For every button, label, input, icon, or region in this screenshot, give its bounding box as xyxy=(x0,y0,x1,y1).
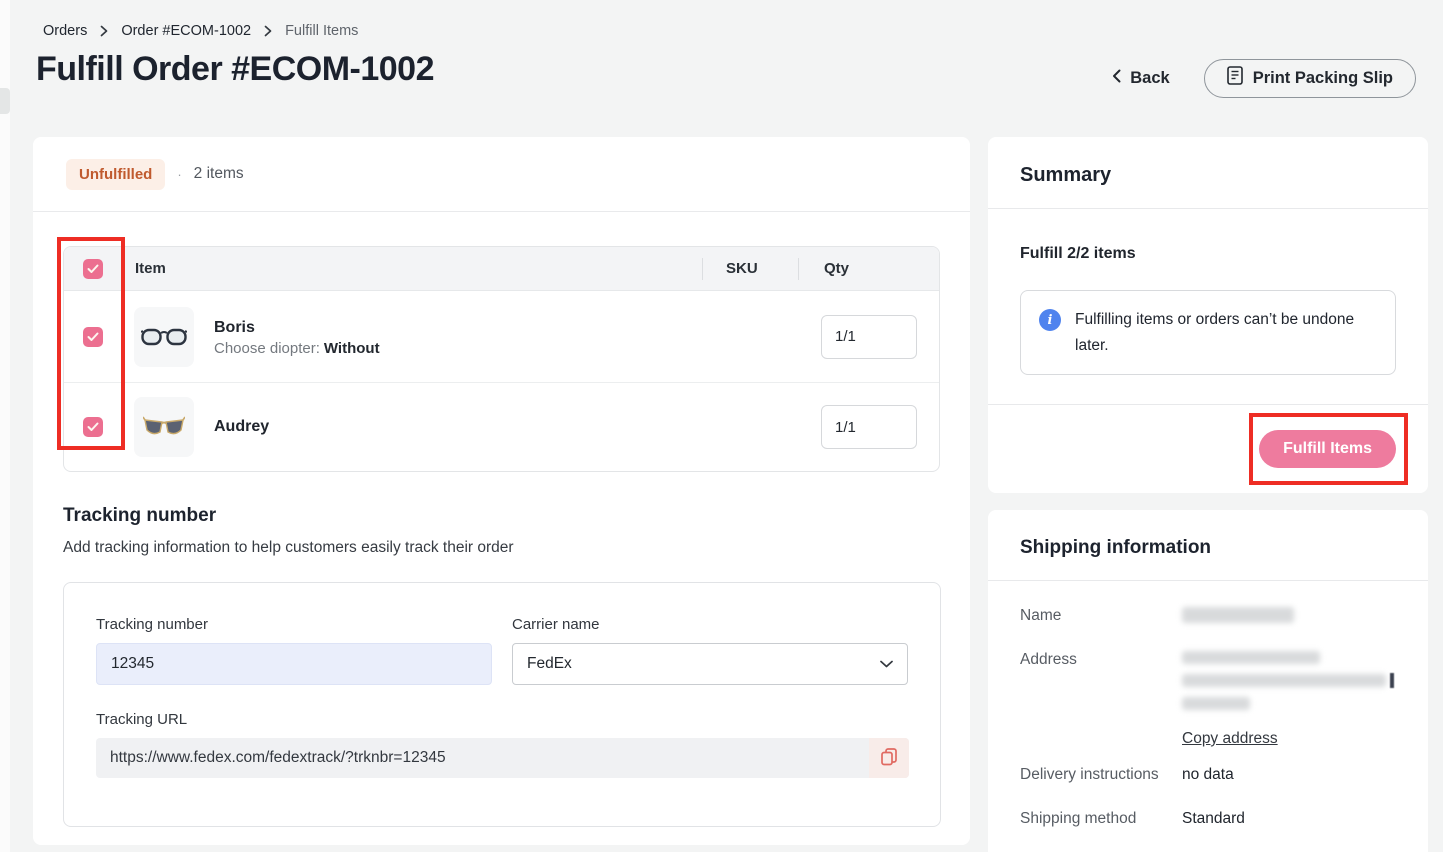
fulfill-items-button[interactable]: Fulfill Items xyxy=(1259,430,1396,468)
breadcrumb: Orders Order #ECOM-1002 Fulfill Items xyxy=(43,23,358,39)
shipping-title: Shipping information xyxy=(988,510,1428,559)
tracking-number-label: Tracking number xyxy=(96,616,492,633)
back-label: Back xyxy=(1130,69,1169,88)
column-header-qty: Qty xyxy=(799,260,939,277)
qty-input[interactable]: 1/1 xyxy=(821,315,917,359)
chevron-right-icon xyxy=(100,25,108,37)
print-label: Print Packing Slip xyxy=(1253,69,1393,88)
row-checkbox-cell xyxy=(64,327,122,347)
table-row: Audrey 1/1 xyxy=(64,383,939,471)
select-all-checkbox[interactable] xyxy=(83,259,103,279)
column-header-sku: SKU xyxy=(703,260,798,277)
tracking-section-subtitle: Add tracking information to help custome… xyxy=(63,539,940,557)
sidebar-edge-tab xyxy=(0,88,10,114)
info-box: i Fulfilling items or orders can’t be un… xyxy=(1020,290,1396,375)
row-checkbox[interactable] xyxy=(83,417,103,437)
delivery-instructions-value: no data xyxy=(1182,766,1234,784)
tracking-form: Tracking number Carrier name FedEx Track… xyxy=(63,582,941,827)
shipping-address-row: Address Copy address xyxy=(1020,651,1396,748)
tracking-url-input[interactable] xyxy=(96,738,869,778)
copy-url-button[interactable] xyxy=(869,738,909,778)
name-label: Name xyxy=(1020,607,1182,625)
info-text: Fulfilling items or orders can’t be undo… xyxy=(1075,307,1365,358)
table-header: Item SKU Qty xyxy=(64,247,939,291)
chevron-left-icon xyxy=(1112,69,1121,88)
carrier-select[interactable]: FedEx xyxy=(512,643,908,685)
table-row: Boris Choose diopter:Without 1/1 xyxy=(64,291,939,383)
breadcrumb-order[interactable]: Order #ECOM-1002 xyxy=(121,23,251,39)
chevron-down-icon xyxy=(880,655,893,673)
chevron-right-icon xyxy=(264,25,272,37)
breadcrumb-fulfill-items: Fulfill Items xyxy=(285,23,358,39)
breadcrumb-orders[interactable]: Orders xyxy=(43,23,87,39)
tracking-url-label: Tracking URL xyxy=(96,711,908,728)
status-badge: Unfulfilled xyxy=(66,159,165,190)
items-count: 2 items xyxy=(194,165,244,183)
product-option: Choose diopter:Without xyxy=(214,340,380,357)
tracking-url-field xyxy=(96,738,909,778)
print-packing-slip-button[interactable]: Print Packing Slip xyxy=(1204,59,1416,98)
copy-icon xyxy=(881,748,897,769)
redacted-address-line xyxy=(1182,674,1386,687)
redacted-name xyxy=(1182,607,1294,623)
product-image-eyeglasses xyxy=(134,307,194,367)
status-row: Unfulfilled · 2 items xyxy=(33,137,970,212)
shipping-method-row: Shipping method Standard xyxy=(1020,810,1396,828)
info-icon: i xyxy=(1039,309,1061,331)
collapsed-sidebar-edge xyxy=(0,0,10,852)
address-label: Address xyxy=(1020,651,1182,748)
qty-input[interactable]: 1/1 xyxy=(821,405,917,449)
shipping-method-value: Standard xyxy=(1182,810,1245,828)
shipping-method-label: Shipping method xyxy=(1020,810,1182,828)
page-title: Fulfill Order #ECOM-1002 xyxy=(36,50,434,89)
shipping-information-card: Shipping information Name Address Copy a… xyxy=(988,510,1428,852)
document-icon xyxy=(1227,66,1243,90)
column-header-item: Item xyxy=(123,260,702,277)
dot-separator: · xyxy=(177,167,181,182)
product-name: Audrey xyxy=(214,415,269,439)
carrier-name-label: Carrier name xyxy=(512,616,908,633)
product-image-sunglasses xyxy=(134,397,194,457)
blur-artifact xyxy=(1390,673,1394,688)
select-all-cell xyxy=(64,259,122,279)
product-name: Boris xyxy=(214,316,380,340)
summary-card: Summary Fulfill 2/2 items i Fulfilling i… xyxy=(988,137,1428,493)
items-table: Item SKU Qty xyxy=(63,246,940,472)
delivery-instructions-row: Delivery instructions no data xyxy=(1020,766,1396,784)
back-button[interactable]: Back xyxy=(1112,69,1169,88)
row-checkbox-cell xyxy=(64,417,122,437)
redacted-address-line xyxy=(1182,651,1320,664)
shipping-name-row: Name xyxy=(1020,607,1396,625)
delivery-instructions-label: Delivery instructions xyxy=(1020,766,1182,784)
summary-title: Summary xyxy=(988,137,1428,187)
row-checkbox[interactable] xyxy=(83,327,103,347)
tracking-section-title: Tracking number xyxy=(63,505,940,527)
tracking-number-input[interactable] xyxy=(96,643,492,685)
carrier-selected-value: FedEx xyxy=(527,655,572,673)
header-actions: Back Print Packing Slip xyxy=(1112,59,1416,97)
fulfill-items-panel: Unfulfilled · 2 items Item SKU Qty xyxy=(33,137,970,845)
copy-address-link[interactable]: Copy address xyxy=(1182,730,1278,748)
redacted-address-line xyxy=(1182,697,1250,710)
fulfill-count: Fulfill 2/2 items xyxy=(988,209,1428,263)
